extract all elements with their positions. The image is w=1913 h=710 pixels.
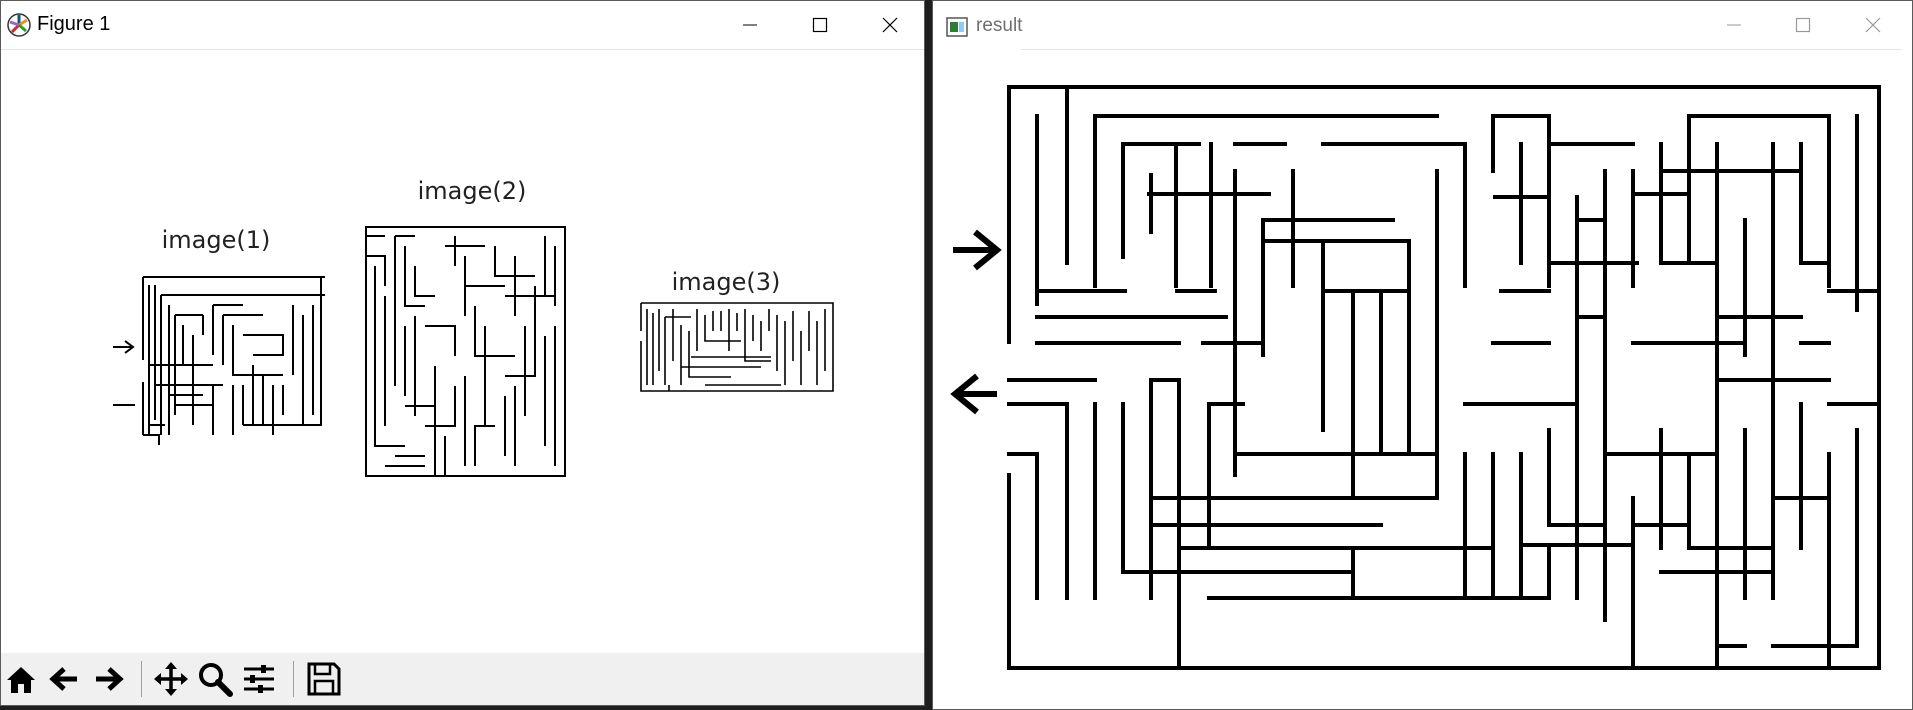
save-button[interactable] [304, 659, 344, 699]
back-arrow-icon [49, 667, 77, 691]
close-icon [882, 17, 898, 33]
zoom-button[interactable] [195, 659, 235, 699]
opencv-window-icon [946, 17, 968, 41]
window-title: result [976, 15, 1023, 36]
home-icon [7, 667, 35, 693]
figure-canvas[interactable]: image(1) image(2) image(3) [1, 50, 924, 653]
pan-button[interactable] [151, 659, 191, 699]
subplot-title-1: image(1) [161, 226, 271, 254]
toolbar-separator [141, 661, 142, 697]
close-button[interactable] [1844, 1, 1902, 49]
maximize-button[interactable] [791, 1, 849, 49]
minimize-button[interactable] [721, 1, 779, 49]
configure-subplots-button[interactable] [239, 659, 279, 699]
close-button[interactable] [861, 1, 919, 49]
toolbar-separator [293, 661, 294, 697]
minimize-icon [1727, 24, 1741, 26]
result-window: result [932, 0, 1913, 710]
figure-window: Figure 1 image(1) image(2) image(3) [0, 0, 925, 706]
matplotlib-toolbar [1, 653, 924, 705]
home-button[interactable] [1, 659, 41, 699]
maze-image-1 [113, 276, 325, 445]
maximize-icon [812, 17, 828, 33]
result-titlebar[interactable]: result [933, 1, 1912, 49]
zoom-icon [199, 663, 233, 697]
window-title: Figure 1 [37, 13, 111, 35]
maze-image-2 [365, 226, 566, 477]
maximize-button[interactable] [1774, 1, 1832, 49]
save-icon [307, 662, 341, 696]
figure-titlebar[interactable]: Figure 1 [1, 1, 924, 49]
close-icon [1865, 17, 1881, 33]
result-maze-image [950, 85, 1881, 670]
subplot-title-3: image(3) [671, 268, 781, 296]
pan-icon [154, 662, 188, 696]
configure-subplots-icon [244, 665, 274, 693]
forward-button[interactable] [88, 659, 128, 699]
maze-image-3 [640, 302, 834, 392]
matplotlib-icon [6, 12, 32, 42]
subplot-title-2: image(2) [417, 177, 527, 205]
back-button[interactable] [45, 659, 85, 699]
forward-arrow-icon [96, 667, 124, 691]
minimize-button[interactable] [1705, 1, 1763, 49]
maximize-icon [1795, 17, 1811, 33]
minimize-icon [743, 24, 757, 26]
